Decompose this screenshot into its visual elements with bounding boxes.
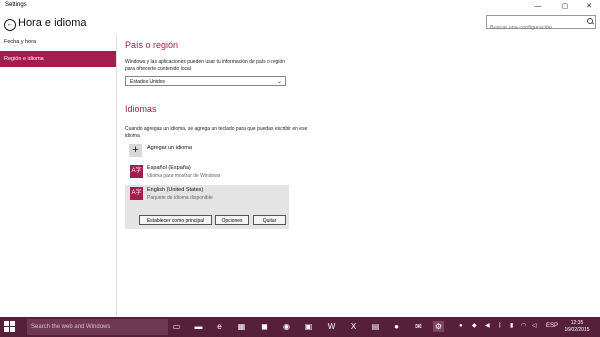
task-view-icon[interactable]: ▭ [171, 321, 182, 332]
tray-icon[interactable]: ● [459, 321, 463, 332]
clock[interactable]: 12:35 16/02/2015 [560, 320, 594, 334]
taskbar-search[interactable]: Search the web and Windows [27, 319, 168, 335]
calc-icon[interactable]: ▤ [370, 321, 381, 332]
sidebar-item-region-language[interactable]: Región e idioma [0, 51, 116, 67]
windows-logo-icon [4, 321, 9, 326]
folder-icon[interactable]: ▬ [193, 321, 204, 332]
word-icon[interactable]: W [326, 321, 337, 332]
clock-time: 12:35 [570, 320, 584, 326]
battery-icon[interactable]: ▮ [510, 321, 513, 332]
maximize-button[interactable]: ▢ [554, 0, 576, 13]
excel-icon[interactable]: X [348, 321, 359, 332]
chevron-down-icon: ⌄ [276, 79, 282, 85]
media-icon[interactable]: ◉ [281, 321, 292, 332]
settings-icon[interactable]: ⚙ [433, 321, 444, 332]
clock-date: 16/02/2015 [564, 327, 590, 333]
language-icon: A字 [130, 187, 143, 200]
language-status: Idioma para mostrar de Windows [147, 173, 221, 179]
input-language[interactable]: ESP [546, 321, 558, 332]
back-arrow-icon[interactable]: ← [4, 19, 16, 31]
set-primary-button[interactable]: Establecer como principal [139, 215, 212, 225]
settings-search-box[interactable] [486, 15, 596, 34]
add-language-icon[interactable]: + [129, 144, 142, 157]
start-button[interactable] [4, 321, 16, 333]
options-button[interactable]: Opciones [215, 215, 249, 225]
ie-icon[interactable]: e [214, 321, 225, 332]
language-item-spanish[interactable]: A字 Español (España) Idioma para mostrar … [125, 163, 289, 181]
language-status: Paquete de idioma disponible [147, 195, 213, 201]
photos-icon[interactable]: ▣ [303, 321, 314, 332]
language-icon: A字 [130, 165, 143, 178]
tray-icon[interactable]: ◀ [485, 321, 490, 332]
taskbar: Search the web and Windows ▭ ▬ e ▦ ◼ ◉ ▣… [0, 317, 600, 337]
sidebar-item-date-time[interactable]: Fecha y hora [0, 34, 116, 50]
bluetooth-icon[interactable]: ᛒ [498, 321, 502, 332]
spotify-icon[interactable]: ● [391, 321, 402, 332]
language-name: Español (España) [147, 165, 191, 171]
close-button[interactable]: ✕ [578, 0, 600, 13]
page-title: Hora e idioma [18, 17, 87, 29]
tray-icon[interactable]: ◆ [472, 321, 477, 332]
languages-heading: Idiomas [125, 104, 157, 114]
mail-icon[interactable]: ✉ [413, 321, 424, 332]
sidebar: Fecha y hora Región e idioma [0, 34, 117, 317]
volume-icon[interactable]: ◁ [532, 321, 537, 332]
language-name: English (United States) [147, 187, 204, 193]
add-language-button[interactable]: Agregar un idioma [147, 145, 192, 151]
remove-button[interactable]: Quitar [253, 215, 286, 225]
country-selected-value: Estados Unidos [130, 79, 166, 85]
wifi-icon[interactable]: ◠ [521, 321, 526, 332]
contacts-icon[interactable]: ◼ [259, 321, 270, 332]
window-title: Settings [5, 2, 27, 8]
search-input[interactable] [487, 22, 589, 34]
region-heading: País o región [125, 40, 179, 50]
country-dropdown[interactable]: Estados Unidos ⌄ [125, 76, 286, 86]
region-description: Windows y las aplicaciones pueden usar t… [125, 59, 286, 72]
minimize-button[interactable]: — [527, 0, 549, 13]
title-bar: Settings — ▢ ✕ [0, 0, 600, 13]
language-item-english[interactable]: A字 English (United States) Paquete de id… [125, 185, 289, 229]
store-icon[interactable]: ▦ [236, 321, 247, 332]
search-icon [587, 18, 593, 24]
languages-description: Cuando agregas un idioma, se agrega un t… [125, 126, 308, 139]
